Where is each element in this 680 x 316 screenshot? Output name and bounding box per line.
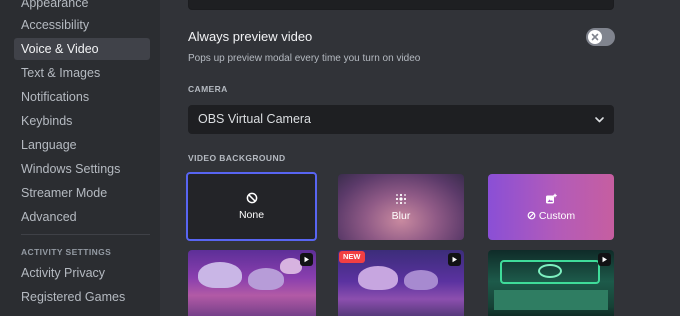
sidebar-item-appearance[interactable]: Appearance: [14, 0, 150, 14]
sidebar-item-advanced[interactable]: Advanced: [14, 206, 150, 228]
sidebar-item-accessibility[interactable]: Accessibility: [14, 14, 150, 36]
scene-shape: [358, 266, 398, 290]
sidebar-item-voice-video[interactable]: Voice & Video: [14, 38, 150, 60]
sidebar-item-notifications[interactable]: Notifications: [14, 86, 150, 108]
chevron-down-icon: [595, 117, 604, 123]
background-option-label: Blur: [391, 209, 411, 222]
sidebar-item-keybinds[interactable]: Keybinds: [14, 110, 150, 132]
preview-video-title: Always preview video: [188, 29, 313, 44]
sidebar-item-text-images[interactable]: Text & Images: [14, 62, 150, 84]
background-option-custom[interactable]: Custom: [488, 174, 614, 240]
background-option-label: Custom: [527, 210, 575, 222]
new-badge: NEW: [339, 251, 365, 263]
background-option-none[interactable]: None: [186, 172, 317, 241]
sidebar-item-windows-settings[interactable]: Windows Settings: [14, 158, 150, 180]
image-add-icon: [546, 193, 557, 203]
sidebar-item-registered-games[interactable]: Registered Games: [14, 286, 150, 308]
settings-sidebar: Appearance Accessibility Voice & Video T…: [0, 0, 160, 316]
background-option-label: None: [238, 209, 265, 221]
camera-section-label: CAMERA: [188, 84, 228, 94]
play-icon: [598, 253, 611, 266]
sidebar-item-activity-privacy[interactable]: Activity Privacy: [14, 262, 150, 284]
toggle-knob: [588, 30, 602, 44]
background-thumbnail[interactable]: [488, 250, 614, 316]
preview-video-description: Pops up preview modal every time you tur…: [188, 53, 421, 64]
scene-shape: [280, 258, 302, 274]
custom-label: Custom: [538, 209, 576, 222]
scene-shape: [198, 262, 242, 288]
preview-video-toggle[interactable]: [586, 28, 615, 46]
sparkle-icon: [527, 211, 536, 220]
close-icon: [591, 33, 599, 41]
blur-icon: [395, 193, 407, 204]
sidebar-item-language[interactable]: Language: [14, 134, 150, 156]
sidebar-item-streamer-mode[interactable]: Streamer Mode: [14, 182, 150, 204]
sidebar-header-activity: ACTIVITY SETTINGS: [21, 247, 112, 257]
background-thumbnail[interactable]: NEW: [338, 250, 464, 316]
scene-shape: [248, 268, 284, 290]
play-icon: [448, 253, 461, 266]
background-thumbnail[interactable]: [188, 250, 316, 316]
scene-shape: [538, 264, 562, 278]
background-option-blur[interactable]: Blur: [338, 174, 464, 240]
camera-select-value: OBS Virtual Camera: [198, 112, 312, 126]
scene-shape: [404, 270, 438, 290]
camera-select[interactable]: OBS Virtual Camera: [188, 105, 614, 134]
play-icon: [300, 253, 313, 266]
previous-control-stub: [188, 0, 614, 10]
scene-shape: [494, 290, 608, 310]
video-background-section-label: VIDEO BACKGROUND: [188, 153, 286, 163]
sidebar-divider: [21, 234, 150, 235]
block-icon: [246, 192, 257, 204]
